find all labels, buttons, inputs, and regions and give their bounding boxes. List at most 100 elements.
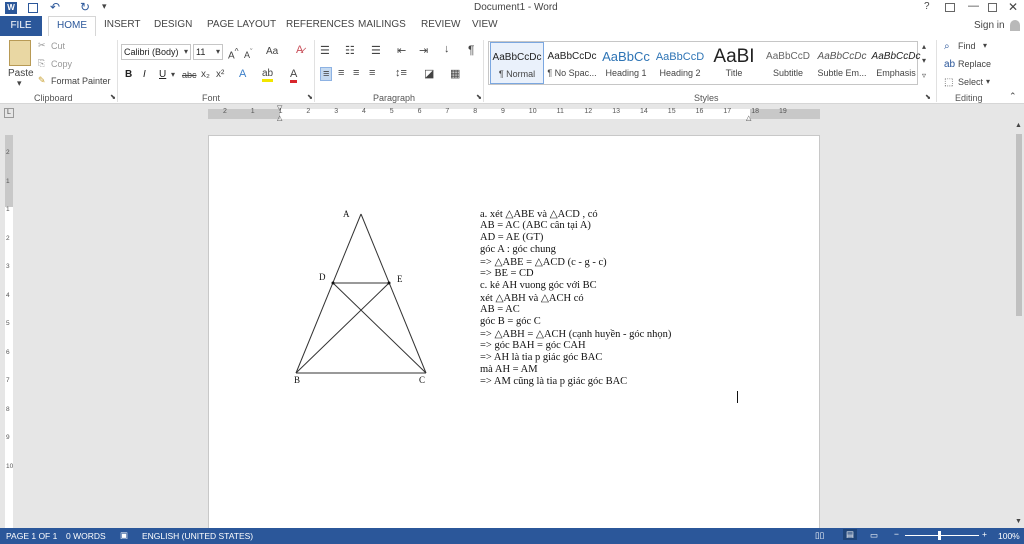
paragraph-launcher-icon[interactable]: ⬊ xyxy=(476,93,482,101)
undo-icon[interactable]: ↶ xyxy=(50,0,60,14)
scroll-down-icon[interactable]: ▼ xyxy=(1015,518,1022,525)
tab-page-layout[interactable]: PAGE LAYOUT xyxy=(207,19,276,30)
zoom-level[interactable]: 100% xyxy=(998,531,1020,541)
scrollbar-thumb[interactable] xyxy=(1016,134,1022,316)
style-heading-1[interactable]: AaBbCc Heading 1 xyxy=(599,42,653,84)
tab-design[interactable]: DESIGN xyxy=(154,19,192,30)
right-indent-marker-icon[interactable]: △ xyxy=(746,114,751,122)
highlight-color-icon[interactable]: ab xyxy=(262,68,274,82)
chevron-down-icon[interactable]: ▾ xyxy=(983,41,987,50)
style-heading-2[interactable]: AaBbCcD Heading 2 xyxy=(653,42,707,84)
bullets-icon[interactable]: ☰ xyxy=(320,44,330,57)
clipboard-launcher-icon[interactable]: ⬊ xyxy=(110,93,116,101)
print-layout-icon[interactable]: ▤ xyxy=(843,529,858,540)
find-button[interactable]: Find xyxy=(958,41,976,51)
proofing-icon[interactable]: ▣ xyxy=(120,530,128,541)
replace-icon[interactable]: ab xyxy=(944,59,955,70)
shrink-font-icon[interactable]: Aˇ xyxy=(244,47,253,60)
close-icon[interactable]: ✕ xyxy=(1008,0,1018,14)
style-no-spacing[interactable]: AaBbCcDc ¶ No Spac... xyxy=(545,42,599,84)
tab-mailings[interactable]: MAILINGS xyxy=(358,19,406,30)
style-normal[interactable]: AaBbCcDc ¶ Normal xyxy=(490,42,544,84)
font-size-select[interactable]: 11 ▾ xyxy=(193,44,223,60)
styles-scroll-down-icon[interactable]: ▾ xyxy=(922,56,926,65)
font-name-select[interactable]: Calibri (Body) ▾ xyxy=(121,44,191,60)
multilevel-list-icon[interactable]: ☰ xyxy=(371,44,381,57)
collapse-ribbon-icon[interactable]: ⌃ xyxy=(1009,91,1017,102)
italic-button[interactable]: I xyxy=(143,69,146,80)
help-icon[interactable]: ? xyxy=(924,1,930,12)
tab-insert[interactable]: INSERT xyxy=(104,19,141,30)
ribbon-display-options-icon[interactable] xyxy=(945,3,955,12)
replace-button[interactable]: Replace xyxy=(958,59,991,69)
clear-formatting-icon[interactable]: A̷ xyxy=(296,44,303,56)
tab-home[interactable]: HOME xyxy=(48,16,96,37)
style-emphasis[interactable]: AaBbCcDc Emphasis xyxy=(869,42,923,84)
change-case-button[interactable]: Aa xyxy=(266,46,278,57)
show-formatting-button[interactable]: ¶ xyxy=(468,43,474,57)
first-line-indent-marker-icon[interactable]: ▽ xyxy=(277,104,282,112)
hanging-indent-marker-icon[interactable]: △ xyxy=(277,114,282,122)
shading-icon[interactable]: ◪ xyxy=(424,67,434,80)
tab-review[interactable]: REVIEW xyxy=(421,19,460,30)
restore-icon[interactable] xyxy=(988,3,997,12)
redo-icon[interactable]: ↻ xyxy=(80,0,90,14)
tab-view[interactable]: VIEW xyxy=(472,19,498,30)
tab-references[interactable]: REFERENCES xyxy=(286,19,354,30)
save-icon[interactable] xyxy=(28,3,38,13)
numbering-icon[interactable]: ☷ xyxy=(345,44,355,57)
read-mode-icon[interactable]: ▯▯ xyxy=(815,530,824,541)
sort-icon[interactable]: ↓ xyxy=(444,43,450,55)
increase-indent-icon[interactable]: ⇥ xyxy=(419,44,428,57)
decrease-indent-icon[interactable]: ⇤ xyxy=(397,44,406,57)
style-subtitle[interactable]: AaBbCcD Subtitle xyxy=(761,42,815,84)
tab-file[interactable]: FILE xyxy=(0,16,42,36)
cut-icon[interactable]: ✂ xyxy=(38,40,46,51)
page-count[interactable]: PAGE 1 OF 1 xyxy=(6,531,57,541)
document-page[interactable]: A D E B C a. xét △ABE và △ACD , có AB = A… xyxy=(208,135,820,535)
text-effects-icon[interactable]: A xyxy=(239,68,246,80)
styles-scroll-up-icon[interactable]: ▴ xyxy=(922,42,926,51)
sign-in-link[interactable]: Sign in xyxy=(974,20,1005,31)
align-center-icon[interactable]: ≡ xyxy=(338,67,344,79)
copy-icon[interactable]: ⎘ xyxy=(38,58,45,69)
font-color-icon[interactable]: A xyxy=(290,68,298,83)
styles-launcher-icon[interactable]: ⬊ xyxy=(925,93,931,101)
language-status[interactable]: ENGLISH (UNITED STATES) xyxy=(142,531,253,541)
paste-dropdown-icon[interactable]: ▾ xyxy=(17,78,22,89)
zoom-slider-track[interactable] xyxy=(905,535,979,536)
scroll-up-icon[interactable]: ▲ xyxy=(1015,122,1022,129)
minimize-icon[interactable]: — xyxy=(968,0,979,12)
customize-qat-icon[interactable]: ▾ xyxy=(102,1,107,12)
style-title[interactable]: AaBI Title xyxy=(707,42,761,84)
font-launcher-icon[interactable]: ⬊ xyxy=(307,93,313,101)
align-left-icon[interactable]: ≡ xyxy=(320,67,333,81)
word-count[interactable]: 0 WORDS xyxy=(66,531,106,541)
align-right-icon[interactable]: ≡ xyxy=(353,67,359,79)
user-icon[interactable] xyxy=(1010,20,1020,31)
vertical-scrollbar[interactable]: ▲ ▼ xyxy=(1014,122,1024,528)
format-painter-button[interactable]: Format Painter xyxy=(51,76,111,86)
find-icon[interactable]: ⌕ xyxy=(944,41,950,52)
line-spacing-icon[interactable]: ↕≡ xyxy=(395,67,407,79)
style-subtle-emphasis[interactable]: AaBbCcDc Subtle Em... xyxy=(815,42,869,84)
borders-icon[interactable]: ▦ xyxy=(450,67,460,80)
zoom-in-icon[interactable]: + xyxy=(982,529,987,539)
styles-more-icon[interactable]: ▿ xyxy=(922,71,926,80)
web-layout-icon[interactable]: ▭ xyxy=(870,530,878,541)
underline-button[interactable]: U xyxy=(159,69,166,80)
format-painter-icon[interactable]: ✎ xyxy=(38,75,46,86)
superscript-button[interactable]: x² xyxy=(216,69,224,80)
chevron-down-icon[interactable]: ▾ xyxy=(171,70,175,79)
select-button[interactable]: Select xyxy=(958,77,983,87)
zoom-slider-thumb[interactable] xyxy=(938,531,941,540)
subscript-button[interactable]: x₂ xyxy=(201,69,210,80)
zoom-out-icon[interactable]: − xyxy=(894,529,899,539)
chevron-down-icon[interactable]: ▾ xyxy=(986,77,990,86)
grow-font-icon[interactable]: A^ xyxy=(228,46,239,61)
bold-button[interactable]: B xyxy=(125,69,132,80)
strikethrough-button[interactable]: abc xyxy=(182,70,197,80)
justify-icon[interactable]: ≡ xyxy=(369,67,375,79)
cut-button[interactable]: Cut xyxy=(51,41,65,51)
select-icon[interactable]: ⬚ xyxy=(944,77,953,88)
